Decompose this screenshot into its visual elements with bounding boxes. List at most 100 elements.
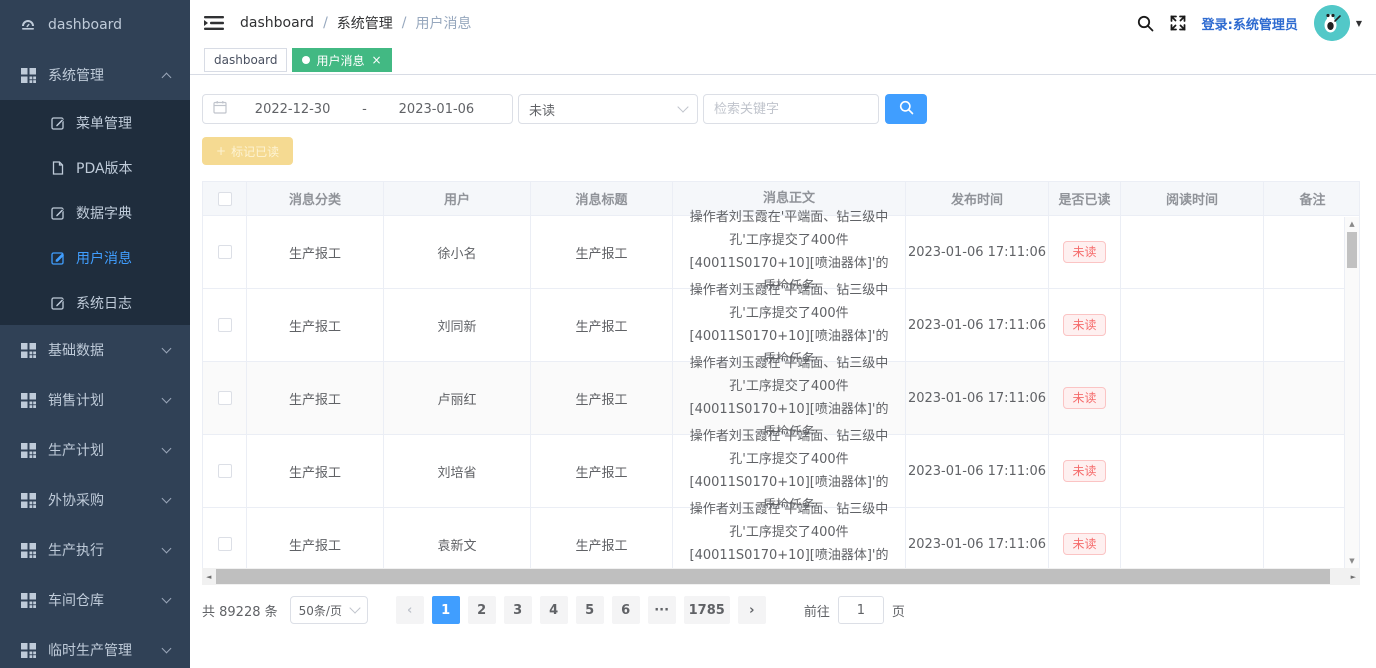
close-icon[interactable]: ×: [372, 54, 382, 66]
scroll-down-icon[interactable]: ▼: [1345, 557, 1359, 565]
filter-bar: 2022-12-30 - 2023-01-06 未读: [202, 94, 1364, 124]
page-button-2[interactable]: 2: [468, 596, 496, 624]
next-page-button[interactable]: ›: [738, 596, 766, 624]
date-end-value[interactable]: 2023-01-06: [371, 102, 502, 117]
chevron-down-icon: [162, 443, 172, 453]
tab-user-messages[interactable]: 用户消息 ×: [292, 48, 391, 72]
horizontal-scroll-thumb[interactable]: [216, 569, 1330, 584]
cell-read-time: [1121, 362, 1264, 435]
row-checkbox-cell: [203, 216, 247, 289]
select-all-checkbox[interactable]: [218, 192, 232, 206]
cell-category: 生产报工: [247, 362, 384, 435]
sidebar-item-label: 数据字典: [76, 203, 132, 223]
cell-title: 生产报工: [531, 216, 673, 289]
sidebar-item-user-messages[interactable]: 用户消息: [0, 235, 190, 280]
cell-category: 生产报工: [247, 289, 384, 362]
search-button[interactable]: [885, 94, 927, 124]
scroll-right-icon[interactable]: ►: [1351, 573, 1356, 581]
page-button-6[interactable]: 6: [612, 596, 640, 624]
sidebar-item-pda-version[interactable]: PDA版本: [0, 145, 190, 190]
row-checkbox[interactable]: [218, 318, 232, 332]
fullscreen-icon[interactable]: [1170, 15, 1186, 31]
column-header: 消息标题: [531, 182, 673, 216]
sidebar-group-production-exec[interactable]: 生产执行: [0, 525, 190, 575]
cell-content: 操作者刘玉霞在'平端面、钻三级中孔'工序提交了400件[40011S0170+1…: [673, 508, 906, 568]
hamburger-icon[interactable]: [204, 15, 224, 31]
page-button-4[interactable]: 4: [540, 596, 568, 624]
sidebar-item-data-dictionary[interactable]: 数据字典: [0, 190, 190, 235]
cell-publish-time: 2023-01-06 17:11:06: [906, 435, 1049, 508]
tabbar: dashboard 用户消息 ×: [190, 46, 1376, 75]
column-header: 消息分类: [247, 182, 384, 216]
date-start-value[interactable]: 2022-12-30: [227, 102, 358, 117]
column-header: 是否已读: [1049, 182, 1121, 216]
vertical-scrollbar[interactable]: ▲ ▼: [1344, 217, 1359, 568]
more-pages-button[interactable]: ···: [648, 596, 676, 624]
edit-icon: [50, 115, 66, 131]
page-size-select[interactable]: 50条/页: [290, 596, 368, 624]
unread-badge: 未读: [1063, 533, 1105, 556]
login-user-label[interactable]: 登录:系统管理员: [1202, 14, 1298, 33]
cell-publish-time: 2023-01-06 17:11:06: [906, 216, 1049, 289]
horizontal-scrollbar[interactable]: ◄ ►: [202, 568, 1360, 585]
cell-user: 刘同新: [384, 289, 531, 362]
avatar[interactable]: [1314, 5, 1350, 41]
cell-remark: [1264, 435, 1346, 508]
row-checkbox[interactable]: [218, 245, 232, 259]
cell-publish-time: 2023-01-06 17:11:06: [906, 289, 1049, 362]
cell-read-status: 未读: [1049, 435, 1121, 508]
sidebar-group-sales-plan[interactable]: 销售计划: [0, 375, 190, 425]
row-checkbox-cell: [203, 435, 247, 508]
page-button-1785[interactable]: 1785: [684, 596, 730, 624]
edit-icon: [50, 205, 66, 221]
header-checkbox-cell: [203, 182, 247, 216]
row-checkbox-cell: [203, 362, 247, 435]
sidebar-group-system[interactable]: 系统管理: [0, 50, 190, 100]
sidebar-group-production-plan[interactable]: 生产计划: [0, 425, 190, 475]
keyword-input[interactable]: [704, 95, 878, 123]
sidebar-item-system-logs[interactable]: 系统日志: [0, 280, 190, 325]
search-icon[interactable]: [1137, 15, 1154, 32]
scroll-left-icon[interactable]: ◄: [206, 573, 211, 581]
page-button-5[interactable]: 5: [576, 596, 604, 624]
sidebar-group-outsourcing[interactable]: 外协采购: [0, 475, 190, 525]
grid-icon: [20, 342, 36, 358]
sidebar-group-temp-production[interactable]: 临时生产管理: [0, 625, 190, 668]
calendar-icon: [213, 100, 227, 118]
prev-page-button[interactable]: ‹: [396, 596, 424, 624]
sidebar-group-workshop-warehouse[interactable]: 车间仓库: [0, 575, 190, 625]
page-button-1[interactable]: 1: [432, 596, 460, 624]
vertical-scroll-thumb[interactable]: [1347, 232, 1357, 268]
row-checkbox[interactable]: [218, 391, 232, 405]
page-size-value: 50条/页: [299, 602, 342, 619]
sidebar-item-menu-mgmt[interactable]: 菜单管理: [0, 100, 190, 145]
sidebar-group-basic-data[interactable]: 基础数据: [0, 325, 190, 375]
row-checkbox[interactable]: [218, 537, 232, 551]
messages-table: 消息分类 用户 消息标题 消息正文 发布时间 是否已读 阅读时间 备注 生产报工…: [202, 181, 1360, 568]
caret-down-icon[interactable]: ▼: [1356, 19, 1362, 28]
chevron-down-icon: [162, 343, 172, 353]
sidebar-item-dashboard[interactable]: dashboard: [0, 0, 190, 50]
page-button-3[interactable]: 3: [504, 596, 532, 624]
cell-category: 生产报工: [247, 508, 384, 568]
breadcrumb-system-mgmt[interactable]: 系统管理: [337, 13, 393, 33]
date-range-picker[interactable]: 2022-12-30 - 2023-01-06: [202, 94, 513, 124]
goto-page-input[interactable]: [838, 596, 884, 624]
unread-badge: 未读: [1063, 387, 1105, 410]
goto-label: 前往: [804, 601, 830, 620]
chevron-down-icon: [162, 543, 172, 553]
chevron-down-icon: [162, 493, 172, 503]
scroll-up-icon[interactable]: ▲: [1345, 220, 1359, 228]
row-checkbox[interactable]: [218, 464, 232, 478]
edit-icon: [50, 250, 66, 266]
topbar-right: 登录:系统管理员 ▼: [1137, 5, 1362, 41]
read-status-select[interactable]: 未读: [518, 94, 698, 124]
mark-read-button[interactable]: + 标记已读: [202, 137, 293, 165]
cell-remark: [1264, 216, 1346, 289]
cell-read-time: [1121, 289, 1264, 362]
tab-dashboard[interactable]: dashboard: [204, 48, 287, 72]
breadcrumb-dashboard[interactable]: dashboard: [240, 15, 314, 31]
chevron-down-icon: [162, 643, 172, 653]
cell-user: 徐小名: [384, 216, 531, 289]
mark-read-label: 标记已读: [231, 143, 279, 160]
